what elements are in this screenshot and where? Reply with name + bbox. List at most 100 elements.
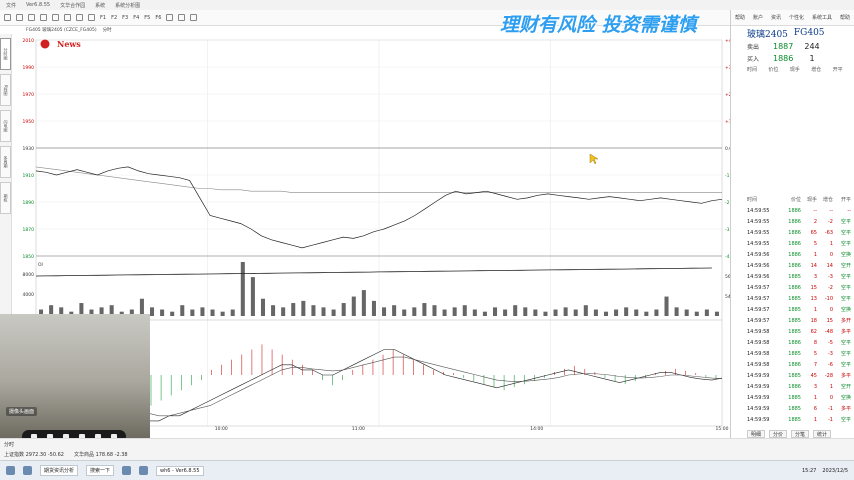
tab-flash[interactable]: 闪电图 <box>0 110 11 142</box>
menu-item[interactable]: 个性化 <box>789 14 804 21</box>
volume-bar <box>634 309 639 316</box>
forward-icon[interactable] <box>16 14 23 21</box>
toolbar-label[interactable]: F1 <box>100 15 106 21</box>
clock-time[interactable]: 15:27 <box>802 468 816 474</box>
tick-cell: 1886 <box>788 262 801 269</box>
sell-quote-row[interactable]: 卖出 1887 244 <box>731 40 854 52</box>
tab-multiperiod[interactable]: 多周期 <box>0 146 11 178</box>
tick-row[interactable]: 14:59:58 1886 7 -6 空平 <box>747 359 853 370</box>
volume-bar <box>311 305 316 316</box>
taskbar-app[interactable]: 期货资讯分析 <box>40 465 79 476</box>
clock-date[interactable]: 2023/12/5 <box>822 468 848 474</box>
header-cell: 现手 <box>789 66 800 73</box>
title-item[interactable]: 系统 <box>95 2 105 9</box>
tab-detail[interactable]: 明细 <box>747 430 766 438</box>
tick-row[interactable]: 14:59:55 1886 65 -63 空平 <box>747 227 853 238</box>
tick-row[interactable]: 14:59:57 1885 1 0 空换 <box>747 304 853 315</box>
tick-row[interactable]: 14:59:59 1885 1 0 空换 <box>747 392 853 403</box>
tick-cell: 5 <box>813 350 817 357</box>
tab-timeshare[interactable]: 分时图 <box>0 38 11 70</box>
tick-cell: 1886 <box>788 240 801 247</box>
tick-cell: 15 <box>810 284 817 291</box>
status-period: 分时 <box>4 442 15 448</box>
tab-price-dist[interactable]: 分价 <box>769 430 788 438</box>
volume-bar <box>644 311 649 316</box>
news-logo[interactable]: News <box>40 39 82 49</box>
tick-cell: 14:59:55 <box>747 240 770 247</box>
draw-icon[interactable] <box>40 14 47 21</box>
quote-panel-menu: 帮助 账户 资讯 个性化 系统工具 帮助 <box>731 10 854 26</box>
tab-stats[interactable]: 统计 <box>813 430 832 438</box>
menu-item[interactable]: 帮助 <box>840 14 850 21</box>
tick-row[interactable]: 14:59:56 1885 3 -3 空平 <box>747 271 853 282</box>
volume-bar <box>402 309 407 316</box>
tick-cell: 1886 <box>788 361 801 368</box>
menu-item[interactable]: 资讯 <box>771 14 781 21</box>
folder-icon[interactable] <box>139 466 149 475</box>
buy-quote-row[interactable]: 买入 1886 1 <box>731 52 854 64</box>
back-icon[interactable] <box>4 14 11 21</box>
tick-cell: 空平 <box>840 241 851 247</box>
tick-cell: 14:59:59 <box>747 372 770 379</box>
tick-row[interactable]: 14:59:55 1886 5 1 空平 <box>747 238 853 249</box>
tick-row[interactable]: 14:59:55 1886 -- -- -- <box>747 205 853 216</box>
tab-options[interactable]: 期权 <box>0 182 11 214</box>
tick-table[interactable]: 时间 价位 现手 增仓 开平 14:59:55 1886 -- -- -- 14:59:55 1886… <box>747 194 853 425</box>
toolbar-label[interactable]: F6 <box>155 15 161 21</box>
tick-cell: 14:59:56 <box>747 273 770 280</box>
tab-ticks[interactable]: 分笔 <box>791 430 810 438</box>
lock-icon[interactable] <box>178 14 186 21</box>
tick-cell: 多平 <box>840 406 851 412</box>
menu-item[interactable]: 账户 <box>753 14 763 21</box>
tick-row[interactable]: 14:59:56 1886 1 0 空换 <box>747 249 853 260</box>
menu-item[interactable]: 系统工具 <box>812 14 832 21</box>
chart-icon[interactable] <box>28 14 35 21</box>
tick-row[interactable]: 14:59:59 1886 3 1 空开 <box>747 381 853 392</box>
toolbar-label[interactable]: F2 <box>111 15 117 21</box>
edge-icon[interactable] <box>122 466 132 475</box>
tick-row[interactable]: 14:59:58 1885 62 -48 多平 <box>747 326 853 337</box>
tick-row[interactable]: 14:59:57 1886 15 -2 空平 <box>747 282 853 293</box>
title-item[interactable]: 系统分析图 <box>115 2 140 9</box>
tick-row[interactable]: 14:59:58 1885 5 -3 空平 <box>747 348 853 359</box>
price-tick-label: 1930 <box>23 146 35 152</box>
menu-item[interactable]: 帮助 <box>735 14 745 21</box>
search-icon[interactable] <box>23 466 32 475</box>
tick-row[interactable]: 14:59:58 1886 8 -5 空平 <box>747 337 853 348</box>
toolbar-label[interactable]: F5 <box>144 15 150 21</box>
zoom-out-icon[interactable] <box>64 14 71 21</box>
title-item[interactable]: 文件 <box>6 2 16 9</box>
taskbar-app[interactable]: 搜索一下 <box>86 465 115 476</box>
zoom-in-icon[interactable] <box>52 14 59 21</box>
tick-header-row: 时间 价位 现手 增仓 开平 <box>747 194 853 205</box>
volume-bar <box>361 290 366 316</box>
tick-cell: 14:59:58 <box>747 350 770 357</box>
tab-kline[interactable]: K线图 <box>0 74 11 106</box>
tick-row[interactable]: 14:59:59 1885 6 -1 多平 <box>747 403 853 414</box>
tick-row[interactable]: 14:59:56 1886 14 14 空开 <box>747 260 853 271</box>
settings-icon[interactable] <box>190 14 198 21</box>
period-label[interactable]: 分时 <box>103 27 112 33</box>
tick-row[interactable]: 14:59:59 1885 45 -28 多平 <box>747 370 853 381</box>
price-tick-label: 1890 <box>23 200 35 206</box>
period-icon[interactable] <box>88 14 95 21</box>
tick-row[interactable]: 14:59:55 1886 2 -2 空平 <box>747 216 853 227</box>
price-tick-label: 1850 <box>23 254 35 260</box>
tick-cell: 14:59:55 <box>747 218 770 225</box>
tick-cell: 8 <box>813 339 817 346</box>
price-tick-label: 1950 <box>23 119 35 125</box>
tick-row[interactable]: 14:59:57 1885 13 -10 空平 <box>747 293 853 304</box>
instrument-code: FG405 <box>793 28 825 38</box>
toolbar-label[interactable]: F4 <box>133 15 139 21</box>
tick-cell: 多平 <box>840 329 851 335</box>
toolbar-label[interactable]: F3 <box>122 15 128 21</box>
tick-row[interactable]: 14:59:59 1885 1 -1 空平 <box>747 414 853 425</box>
instrument-label[interactable]: FG405 玻璃2405 (CZCE_FG405) <box>26 27 97 33</box>
taskbar-app-active[interactable]: wh6 - Ver6.8.55 <box>156 465 204 476</box>
grid-icon[interactable] <box>166 14 174 21</box>
volume-bar <box>583 305 588 316</box>
tick-row[interactable]: 14:59:57 1885 18 15 多开 <box>747 315 853 326</box>
title-item[interactable]: 文华合作园 <box>60 2 85 9</box>
start-icon[interactable] <box>6 466 15 475</box>
crosshair-icon[interactable] <box>76 14 83 21</box>
